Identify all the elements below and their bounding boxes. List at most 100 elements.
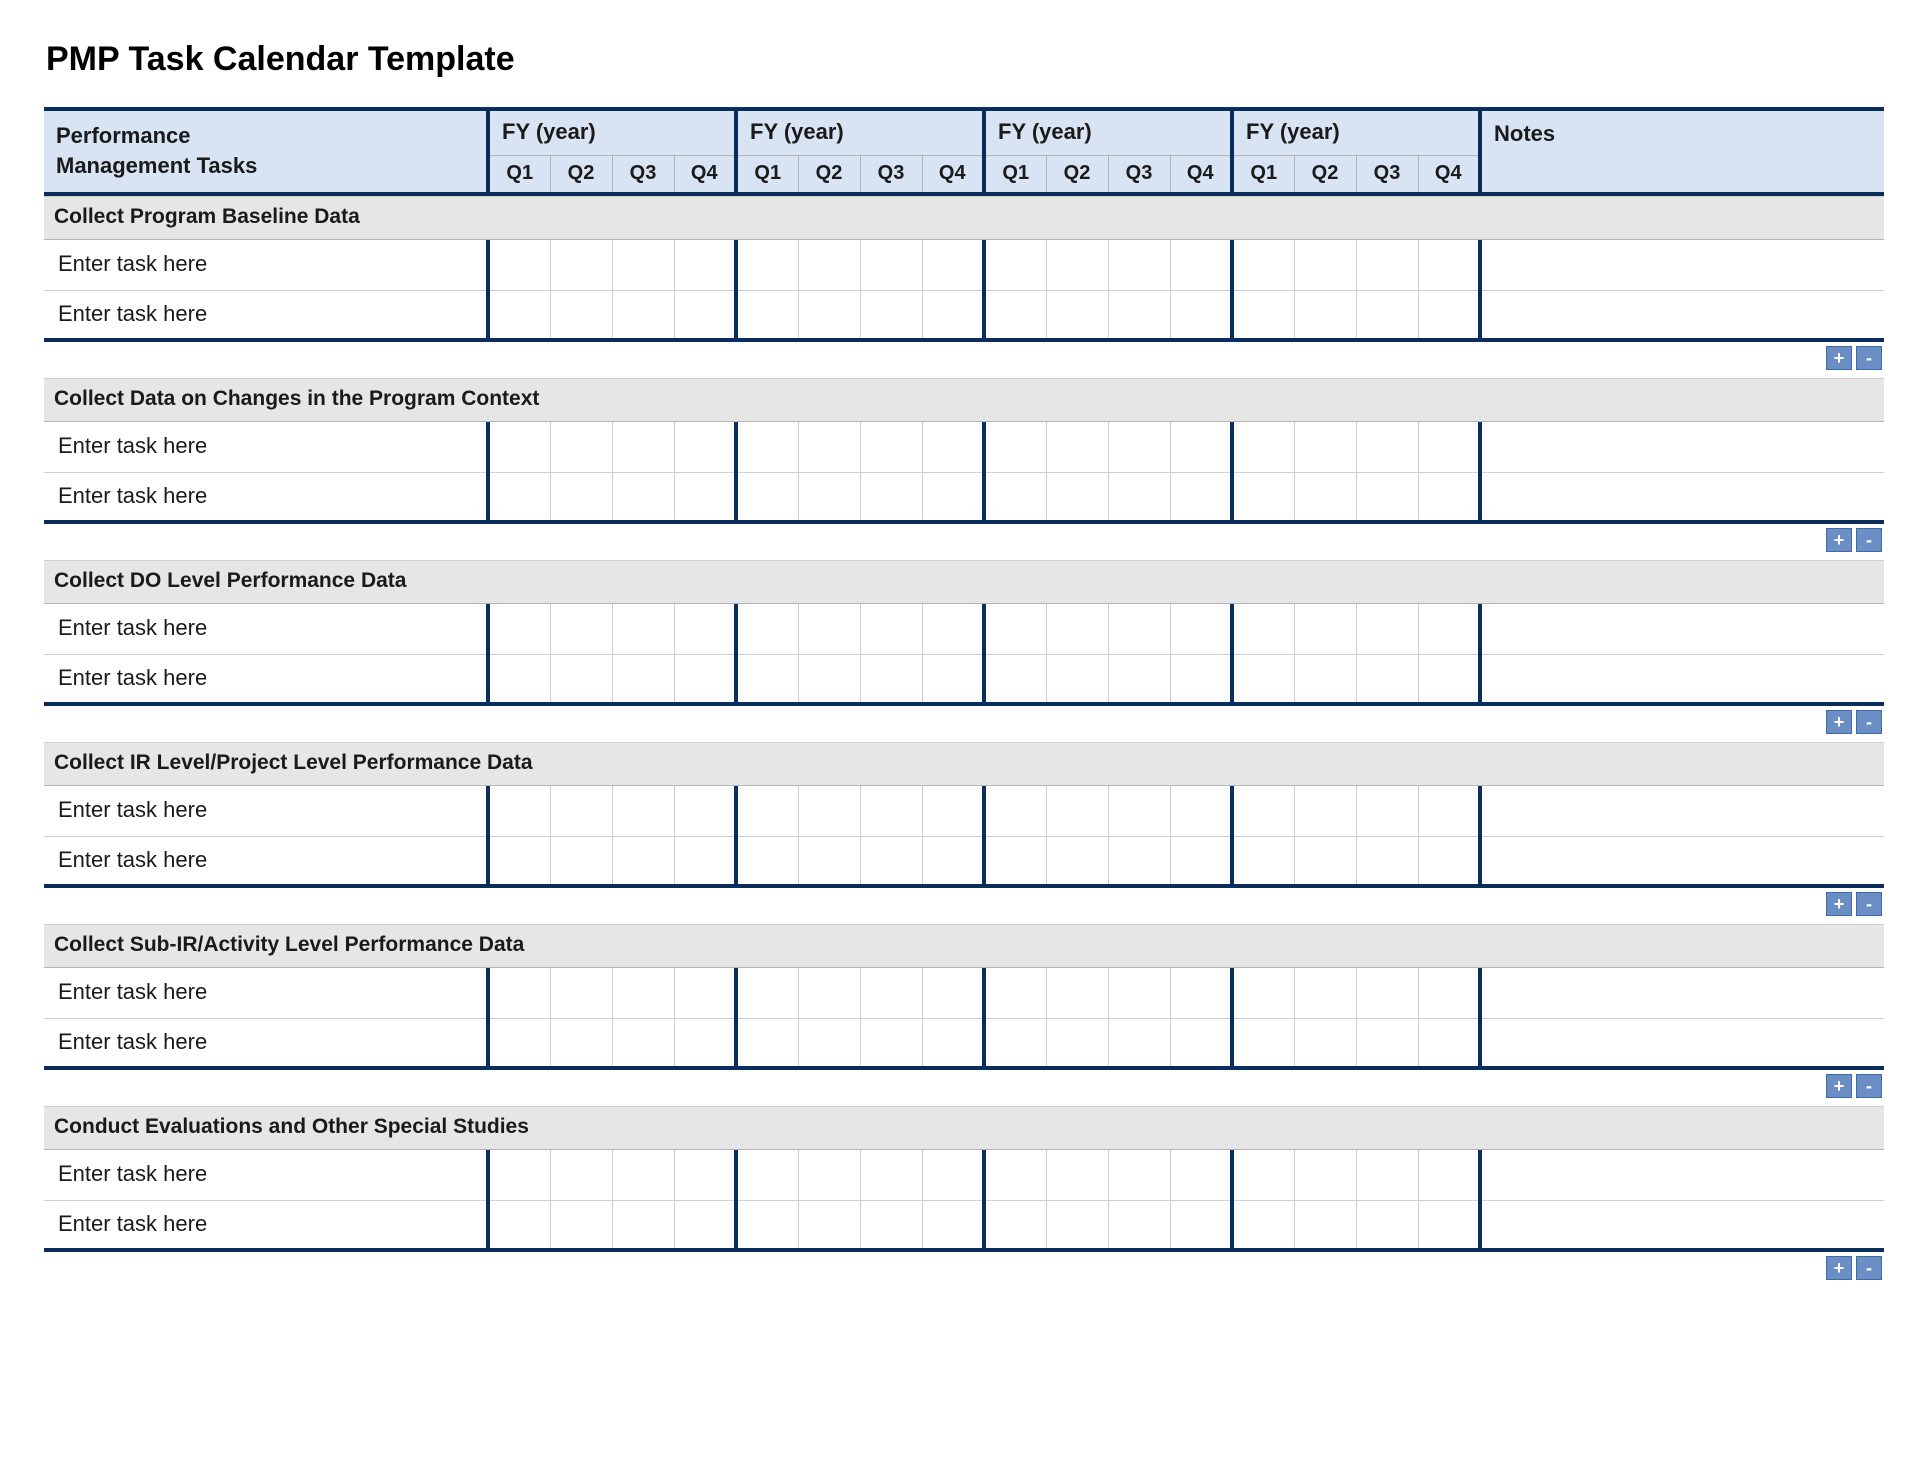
quarter-cell[interactable] [1232,786,1294,836]
quarter-cell[interactable] [612,654,674,704]
quarter-cell[interactable] [736,240,798,290]
quarter-cell[interactable] [1232,604,1294,654]
quarter-cell[interactable] [798,1200,860,1250]
quarter-cell[interactable] [1418,290,1480,340]
quarter-cell[interactable] [1418,836,1480,886]
quarter-cell[interactable] [1232,654,1294,704]
notes-cell[interactable] [1480,604,1884,654]
quarter-cell[interactable] [1418,1150,1480,1200]
quarter-cell[interactable] [550,1200,612,1250]
quarter-cell[interactable] [984,240,1046,290]
quarter-cell[interactable] [1418,1018,1480,1068]
quarter-cell[interactable] [612,290,674,340]
quarter-cell[interactable] [860,1150,922,1200]
quarter-cell[interactable] [1108,290,1170,340]
task-cell[interactable]: Enter task here [44,968,488,1018]
quarter-cell[interactable] [1356,1200,1418,1250]
task-cell[interactable]: Enter task here [44,604,488,654]
quarter-cell[interactable] [1418,968,1480,1018]
quarter-cell[interactable] [984,422,1046,472]
quarter-cell[interactable] [1232,422,1294,472]
quarter-cell[interactable] [984,786,1046,836]
quarter-cell[interactable] [550,422,612,472]
quarter-cell[interactable] [736,290,798,340]
notes-cell[interactable] [1480,968,1884,1018]
quarter-cell[interactable] [488,1200,550,1250]
quarter-cell[interactable] [1418,422,1480,472]
quarter-cell[interactable] [1046,1200,1108,1250]
quarter-cell[interactable] [488,422,550,472]
quarter-cell[interactable] [1232,1018,1294,1068]
quarter-cell[interactable] [1356,1150,1418,1200]
quarter-cell[interactable] [550,836,612,886]
quarter-cell[interactable] [860,290,922,340]
add-row-button[interactable]: + [1826,528,1852,552]
quarter-cell[interactable] [550,604,612,654]
quarter-cell[interactable] [798,1150,860,1200]
quarter-cell[interactable] [798,654,860,704]
quarter-cell[interactable] [1170,422,1232,472]
quarter-cell[interactable] [550,240,612,290]
quarter-cell[interactable] [736,968,798,1018]
quarter-cell[interactable] [612,422,674,472]
quarter-cell[interactable] [1356,604,1418,654]
quarter-cell[interactable] [1170,1018,1232,1068]
notes-cell[interactable] [1480,1018,1884,1068]
quarter-cell[interactable] [1356,836,1418,886]
add-row-button[interactable]: + [1826,346,1852,370]
quarter-cell[interactable] [798,472,860,522]
notes-cell[interactable] [1480,290,1884,340]
quarter-cell[interactable] [550,1018,612,1068]
quarter-cell[interactable] [1170,1200,1232,1250]
quarter-cell[interactable] [736,786,798,836]
quarter-cell[interactable] [674,604,736,654]
quarter-cell[interactable] [798,290,860,340]
quarter-cell[interactable] [1046,1150,1108,1200]
quarter-cell[interactable] [1046,290,1108,340]
quarter-cell[interactable] [860,1200,922,1250]
quarter-cell[interactable] [1418,240,1480,290]
quarter-cell[interactable] [1356,654,1418,704]
quarter-cell[interactable] [612,472,674,522]
quarter-cell[interactable] [1108,654,1170,704]
quarter-cell[interactable] [860,422,922,472]
quarter-cell[interactable] [1294,290,1356,340]
quarter-cell[interactable] [488,1018,550,1068]
quarter-cell[interactable] [1170,604,1232,654]
quarter-cell[interactable] [922,1150,984,1200]
quarter-cell[interactable] [612,968,674,1018]
quarter-cell[interactable] [922,1018,984,1068]
quarter-cell[interactable] [984,290,1046,340]
quarter-cell[interactable] [798,1018,860,1068]
remove-row-button[interactable]: - [1856,892,1882,916]
quarter-cell[interactable] [1046,472,1108,522]
quarter-cell[interactable] [736,604,798,654]
quarter-cell[interactable] [860,1018,922,1068]
quarter-cell[interactable] [488,654,550,704]
quarter-cell[interactable] [488,1150,550,1200]
quarter-cell[interactable] [1418,604,1480,654]
quarter-cell[interactable] [674,422,736,472]
quarter-cell[interactable] [674,1150,736,1200]
quarter-cell[interactable] [798,240,860,290]
quarter-cell[interactable] [674,968,736,1018]
quarter-cell[interactable] [798,422,860,472]
notes-cell[interactable] [1480,240,1884,290]
quarter-cell[interactable] [922,422,984,472]
quarter-cell[interactable] [612,1200,674,1250]
quarter-cell[interactable] [488,786,550,836]
quarter-cell[interactable] [922,472,984,522]
quarter-cell[interactable] [550,786,612,836]
quarter-cell[interactable] [798,604,860,654]
quarter-cell[interactable] [1418,472,1480,522]
quarter-cell[interactable] [984,654,1046,704]
quarter-cell[interactable] [612,240,674,290]
quarter-cell[interactable] [922,290,984,340]
quarter-cell[interactable] [674,472,736,522]
quarter-cell[interactable] [674,240,736,290]
quarter-cell[interactable] [1170,836,1232,886]
task-cell[interactable]: Enter task here [44,290,488,340]
task-cell[interactable]: Enter task here [44,472,488,522]
quarter-cell[interactable] [1356,422,1418,472]
quarter-cell[interactable] [612,1018,674,1068]
